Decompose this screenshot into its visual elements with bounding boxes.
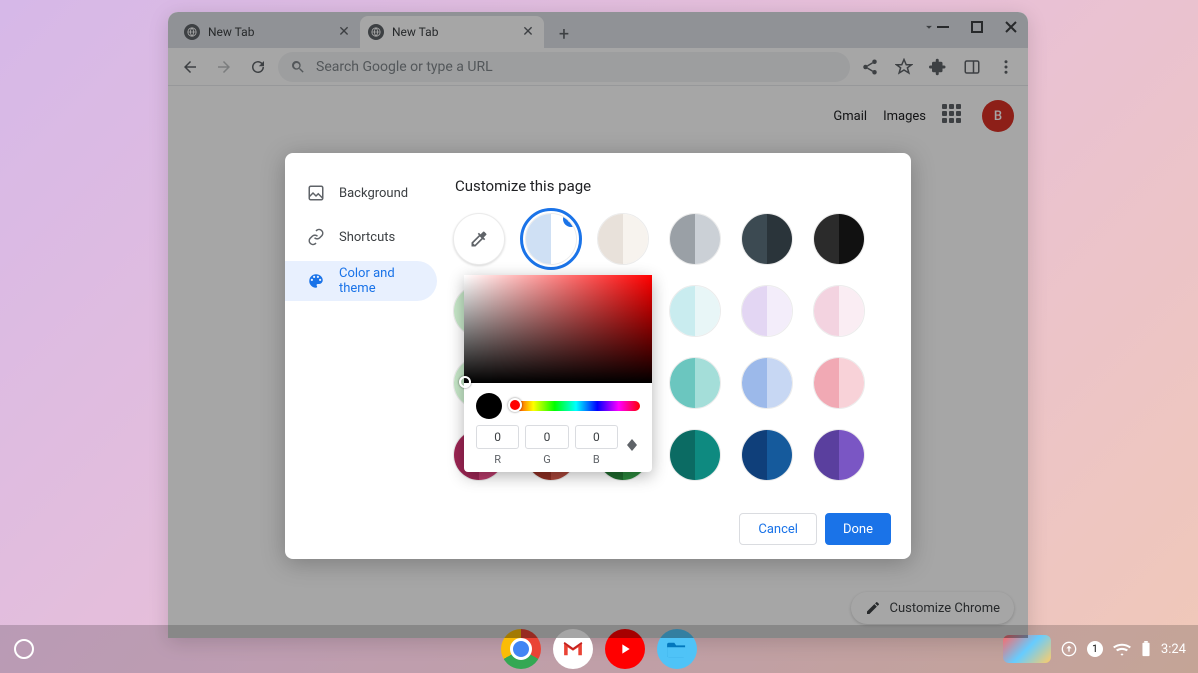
done-button[interactable]: Done	[825, 513, 891, 545]
r-input[interactable]	[476, 425, 519, 449]
toolbar: Search Google or type a URL	[168, 48, 1028, 86]
close-icon[interactable]: ✕	[520, 24, 536, 40]
launcher-button[interactable]	[14, 639, 34, 659]
tab-title: New Tab	[392, 25, 438, 39]
g-label: G	[543, 453, 551, 466]
hue-slider[interactable]	[512, 401, 640, 411]
color-format-toggle[interactable]	[624, 425, 640, 465]
account-avatar[interactable]: B	[982, 100, 1014, 132]
side-panel-button[interactable]	[958, 53, 986, 81]
gmail-link[interactable]: Gmail	[833, 109, 867, 124]
maximize-button[interactable]	[966, 16, 988, 38]
forward-button[interactable]	[210, 53, 238, 81]
color-swatch-warm-grey[interactable]	[597, 213, 649, 265]
omnibox-placeholder: Search Google or type a URL	[316, 59, 493, 75]
reload-button[interactable]	[244, 53, 272, 81]
color-picker-popover: R G B	[464, 275, 652, 472]
modal-title: Customize this page	[455, 177, 887, 195]
link-icon	[307, 228, 325, 246]
tab-inactive[interactable]: New Tab ✕	[176, 16, 360, 48]
shelf-status-area[interactable]: 1 3:24	[1003, 635, 1198, 663]
up-arrow-icon[interactable]	[1061, 641, 1077, 657]
g-input[interactable]	[525, 425, 568, 449]
sv-cursor[interactable]	[459, 376, 471, 388]
shelf: 1 3:24	[0, 625, 1198, 673]
color-swatch-dark-teal[interactable]	[669, 429, 721, 481]
menu-button[interactable]	[992, 53, 1020, 81]
ntp-top-links: Gmail Images B	[833, 100, 1014, 132]
tab-active[interactable]: New Tab ✕	[360, 16, 544, 48]
shelf-pinned-apps	[501, 629, 697, 669]
b-input[interactable]	[575, 425, 618, 449]
files-app-icon[interactable]	[657, 629, 697, 669]
hue-cursor[interactable]	[508, 398, 522, 412]
color-swatch-dark-slate[interactable]	[741, 213, 793, 265]
tab-strip: New Tab ✕ New Tab ✕ +	[168, 12, 1028, 48]
color-swatch-custom-picker[interactable]	[453, 213, 505, 265]
new-tab-button[interactable]: +	[550, 20, 578, 48]
nav-shortcuts[interactable]: Shortcuts	[285, 217, 437, 257]
apps-grid-icon[interactable]	[942, 104, 966, 128]
share-button[interactable]	[856, 53, 884, 81]
r-label: R	[494, 453, 501, 466]
color-swatch-light-pink[interactable]	[813, 285, 865, 337]
ime-menu-icon[interactable]	[1003, 635, 1051, 663]
chevron-down-icon	[627, 445, 637, 451]
close-icon[interactable]: ✕	[336, 24, 352, 40]
nav-shortcuts-label: Shortcuts	[339, 230, 395, 245]
color-swatch-violet[interactable]	[813, 429, 865, 481]
globe-icon	[184, 24, 200, 40]
tab-title: New Tab	[208, 25, 254, 39]
window-controls	[932, 16, 1022, 38]
color-swatch-light-cyan[interactable]	[669, 285, 721, 337]
saturation-value-field[interactable]	[464, 275, 652, 383]
nav-background-label: Background	[339, 186, 408, 201]
nav-color-theme[interactable]: Color and theme	[285, 261, 437, 301]
color-swatch-black[interactable]	[813, 213, 865, 265]
color-swatch-navy[interactable]	[741, 429, 793, 481]
wifi-icon	[1113, 642, 1131, 656]
images-link[interactable]: Images	[883, 109, 926, 124]
notification-badge[interactable]: 1	[1087, 641, 1103, 657]
close-window-button[interactable]	[1000, 16, 1022, 38]
image-icon	[307, 184, 325, 202]
customize-chrome-label: Customize Chrome	[889, 601, 1000, 616]
pencil-icon	[865, 600, 881, 616]
gmail-app-icon[interactable]	[553, 629, 593, 669]
color-swatch-light-purple[interactable]	[741, 285, 793, 337]
clock: 3:24	[1161, 642, 1186, 657]
cancel-button[interactable]: Cancel	[739, 513, 817, 545]
palette-icon	[307, 272, 325, 290]
color-swatch-rose[interactable]	[813, 357, 865, 409]
color-preview	[476, 393, 502, 419]
b-label: B	[593, 453, 600, 466]
modal-buttons: Cancel Done	[739, 513, 891, 545]
minimize-button[interactable]	[932, 16, 954, 38]
globe-icon	[368, 24, 384, 40]
check-icon: ✓	[563, 213, 577, 227]
customize-chrome-button[interactable]: Customize Chrome	[851, 592, 1014, 624]
rgb-inputs: R G B	[464, 425, 652, 466]
modal-nav: Background Shortcuts Color and theme	[285, 153, 445, 559]
color-swatch-mint-teal[interactable]	[669, 357, 721, 409]
extensions-button[interactable]	[924, 53, 952, 81]
omnibox[interactable]: Search Google or type a URL	[278, 52, 850, 82]
color-swatch-light-blue[interactable]	[741, 357, 793, 409]
color-swatch-default[interactable]: ✓	[525, 213, 577, 265]
chrome-app-icon[interactable]	[501, 629, 541, 669]
nav-background[interactable]: Background	[285, 173, 437, 213]
back-button[interactable]	[176, 53, 204, 81]
nav-color-theme-label: Color and theme	[339, 266, 423, 296]
battery-icon	[1141, 641, 1151, 657]
search-icon	[290, 59, 306, 75]
eyedropper-icon	[469, 229, 489, 249]
bookmark-button[interactable]	[890, 53, 918, 81]
youtube-app-icon[interactable]	[605, 629, 645, 669]
color-swatch-cool-grey[interactable]	[669, 213, 721, 265]
